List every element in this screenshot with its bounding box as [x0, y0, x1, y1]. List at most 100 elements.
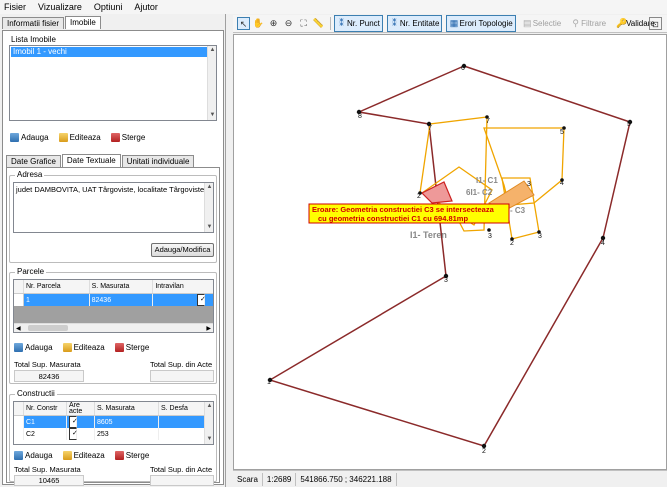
menu-optiuni[interactable]: Optiuni — [94, 2, 123, 12]
parcel-teren-polygon[interactable] — [268, 65, 631, 447]
add-constructie-button[interactable]: Adauga — [14, 451, 53, 460]
checkbox-are-acte[interactable]: ✓ — [69, 428, 78, 440]
cell-nr-parcela[interactable]: 1 — [24, 294, 90, 306]
constructii-actions: Adauga Editeaza Sterge — [14, 451, 159, 460]
scroll-down-icon[interactable]: ▼ — [205, 223, 214, 232]
table-row[interactable]: C2 ✓ 253 — [14, 428, 213, 440]
row-selector[interactable] — [14, 428, 24, 440]
label-c1: I1- C1 — [476, 176, 498, 185]
adauga-modifica-button[interactable]: Adauga/Modifica — [151, 243, 214, 257]
constructii-scrollbar[interactable]: ▲ ▼ — [204, 402, 213, 444]
table-row[interactable]: 1 82436 ✓ — [14, 294, 213, 306]
scara-value: 1:2689 — [261, 472, 295, 486]
filtrare-button[interactable]: ⚲ Filtrare — [568, 15, 609, 32]
scroll-left-icon[interactable]: ◀ — [14, 325, 21, 332]
cell-s-desfasurata[interactable] — [159, 428, 206, 440]
map-svg[interactable]: 6 5 4 2 1 3 7 8 7 5 4 2 3 2 3 3 I1- Tere… — [234, 35, 667, 471]
checkbox-intravilan[interactable]: ✓ — [197, 294, 206, 306]
table-row[interactable]: C1 ✓ 8605 — [14, 416, 213, 428]
tab-informatii-fisier[interactable]: Informatii fisier — [2, 17, 65, 29]
label-c2: 6I1- C2 — [466, 188, 493, 197]
delete-icon — [114, 343, 124, 352]
constructii-grid[interactable]: Nr. Constr Are acte S. Masurata S. Desfa… — [13, 401, 214, 445]
filter-icon: ⚲ — [572, 18, 579, 28]
delete-imobil-button[interactable]: Sterge — [110, 133, 145, 142]
vertex-label: 5 — [560, 129, 564, 136]
delete-parcela-button[interactable]: Sterge — [114, 343, 149, 352]
row-header-cell — [14, 280, 24, 293]
row-selector[interactable] — [14, 294, 24, 306]
parcele-grid[interactable]: Nr. Parcela S. Masurata Intravilan 1 824… — [13, 279, 214, 333]
scroll-down-icon[interactable]: ▼ — [208, 111, 217, 120]
col-nr-constr[interactable]: Nr. Constr — [24, 402, 67, 415]
parcele-total-masurata-label: Total Sup. Masurata — [14, 360, 81, 369]
zoom-out-icon[interactable]: ⊖ — [282, 17, 295, 30]
tab-unitati-individuale[interactable]: Unitati individuale — [121, 155, 195, 167]
col-s-masurata[interactable]: S. Masurata — [95, 402, 159, 415]
edit-icon — [62, 451, 72, 460]
cell-are-acte[interactable]: ✓ — [67, 428, 95, 440]
erori-topologie-button[interactable]: ▦ Erori Topologie — [446, 15, 516, 32]
edit-parcela-button[interactable]: Editeaza — [62, 343, 105, 352]
fullscreen-icon[interactable]: ⊡ — [649, 17, 662, 30]
add-icon — [14, 343, 23, 352]
checkbox-are-acte[interactable]: ✓ — [69, 416, 78, 428]
cell-are-acte[interactable]: ✓ — [67, 416, 95, 428]
cell-s-masurata[interactable]: 82436 — [90, 294, 154, 306]
delete-constructie-button[interactable]: Sterge — [114, 451, 149, 460]
toolbar-separator — [330, 17, 331, 30]
zoom-in-icon[interactable]: ⊕ — [267, 17, 280, 30]
imobile-actions: Adauga Editeaza Sterge — [10, 133, 155, 142]
menu-fisier[interactable]: Fisier — [4, 2, 26, 12]
tab-date-textuale[interactable]: Date Textuale — [61, 154, 121, 167]
edit-constructie-button[interactable]: Editeaza — [62, 451, 105, 460]
adresa-scrollbar[interactable]: ▲ ▼ — [204, 183, 213, 232]
cell-nr-constr[interactable]: C2 — [24, 428, 67, 440]
nr-entitate-button[interactable]: ⁑ Nr. Entitate — [386, 15, 443, 32]
pan-hand-icon[interactable]: ✋ — [252, 17, 265, 30]
cell-nr-constr[interactable]: C1 — [24, 416, 67, 428]
measure-icon[interactable]: 📏 — [312, 17, 325, 30]
constructii-title: Constructii — [15, 389, 57, 398]
cell-intravilan[interactable]: ✓ — [153, 294, 213, 306]
add-imobil-button[interactable]: Adauga — [10, 133, 49, 142]
nr-punct-button[interactable]: ⁑ Nr. Punct — [334, 15, 383, 32]
cell-s-desfasurata[interactable] — [159, 416, 206, 428]
col-nr-parcela[interactable]: Nr. Parcela — [24, 280, 90, 293]
list-item-imobil-1[interactable]: Imobil 1 - vechi — [11, 47, 215, 57]
col-intravilan[interactable]: Intravilan — [153, 280, 213, 293]
scroll-up-icon[interactable]: ▲ — [205, 402, 213, 411]
error-intersection-red[interactable] — [420, 181, 453, 204]
col-are-acte[interactable]: Are acte — [67, 402, 95, 415]
cell-s-masurata[interactable]: 253 — [95, 428, 159, 440]
scroll-thumb[interactable] — [28, 325, 68, 331]
row-selector[interactable] — [14, 416, 24, 428]
col-s-masurata[interactable]: S. Masurata — [90, 280, 154, 293]
menu-ajutor[interactable]: Ajutor — [134, 2, 158, 12]
menu-vizualizare[interactable]: Vizualizare — [38, 2, 82, 12]
delete-icon — [110, 133, 120, 142]
imobile-list-scrollbar[interactable]: ▲ ▼ — [207, 46, 216, 120]
constructii-total-masurata-value: 10465 — [14, 475, 84, 486]
edit-icon — [58, 133, 68, 142]
tab-date-grafice[interactable]: Date Grafice — [6, 155, 61, 167]
pointer-icon[interactable]: ↖ — [237, 17, 250, 30]
map-canvas[interactable]: 6 5 4 2 1 3 7 8 7 5 4 2 3 2 3 3 I1- Tere… — [233, 34, 667, 470]
zoom-extent-icon[interactable]: ⛶ — [297, 17, 310, 30]
col-s-desfasurata[interactable]: S. Desfa — [159, 402, 206, 415]
edit-imobil-button[interactable]: Editeaza — [58, 133, 101, 142]
imobile-listbox[interactable]: Imobil 1 - vechi ▲ ▼ — [9, 45, 217, 121]
vertex-b3[interactable] — [487, 228, 491, 232]
tab-imobile[interactable]: Imobile — [65, 16, 101, 29]
parcele-hscroll[interactable]: ◀ ▶ — [14, 323, 213, 332]
scroll-up-icon[interactable]: ▲ — [208, 46, 217, 55]
selectie-button[interactable]: ▤ Selectie — [520, 15, 564, 32]
parcele-actions: Adauga Editeaza Sterge — [14, 343, 159, 352]
cell-s-masurata[interactable]: 8605 — [95, 416, 159, 428]
scroll-up-icon[interactable]: ▲ — [205, 183, 214, 192]
scroll-right-icon[interactable]: ▶ — [206, 325, 211, 332]
vertex-label: 2 — [482, 448, 486, 455]
adresa-textarea[interactable]: judet DAMBOVITA, UAT Târgoviste, localit… — [13, 182, 214, 233]
scroll-down-icon[interactable]: ▼ — [205, 435, 213, 444]
add-parcela-button[interactable]: Adauga — [14, 343, 53, 352]
